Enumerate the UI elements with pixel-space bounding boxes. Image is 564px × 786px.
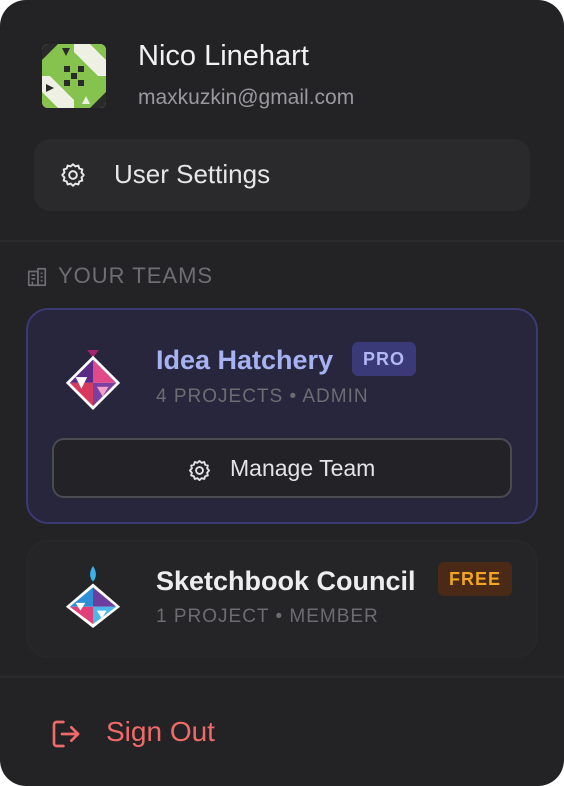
account-menu-panel: Nico Linehart maxkuzkin@gmail.com User S… (0, 0, 564, 786)
team-card-sketchbook-council[interactable]: Sketchbook Council FREE 1 PROJECT • MEMB… (26, 540, 538, 658)
user-settings-button[interactable]: User Settings (34, 139, 530, 211)
team-meta: 1 PROJECT • MEMBER (156, 606, 379, 627)
sketchbook-council-logo-icon (65, 566, 121, 628)
manage-team-button[interactable]: Manage Team (52, 438, 512, 498)
avatar[interactable] (42, 44, 106, 108)
geometric-avatar-icon (42, 44, 106, 108)
team-card-idea-hatchery[interactable]: Idea Hatchery PRO 4 PROJECTS • ADMIN Man… (26, 308, 538, 524)
sign-out-label: Sign Out (106, 716, 215, 747)
team-name: Sketchbook Council (156, 566, 416, 596)
divider (0, 240, 564, 242)
user-settings-label: User Settings (114, 159, 271, 189)
manage-team-label: Manage Team (230, 455, 376, 481)
gear-icon (61, 163, 85, 187)
team-meta: 4 PROJECTS • ADMIN (156, 386, 369, 407)
teams-heading-label: YOUR TEAMS (58, 263, 214, 288)
gear-icon (188, 459, 211, 482)
logout-icon (52, 720, 80, 748)
sign-out-button[interactable]: Sign Out (50, 712, 250, 756)
plan-badge: FREE (438, 562, 513, 596)
team-name: Idea Hatchery (156, 345, 334, 375)
user-name: Nico Linehart (138, 40, 309, 72)
idea-hatchery-logo-icon (65, 349, 121, 410)
user-email: maxkuzkin@gmail.com (138, 86, 355, 109)
building-icon (27, 267, 47, 287)
plan-badge: PRO (352, 342, 417, 376)
divider (0, 676, 564, 678)
